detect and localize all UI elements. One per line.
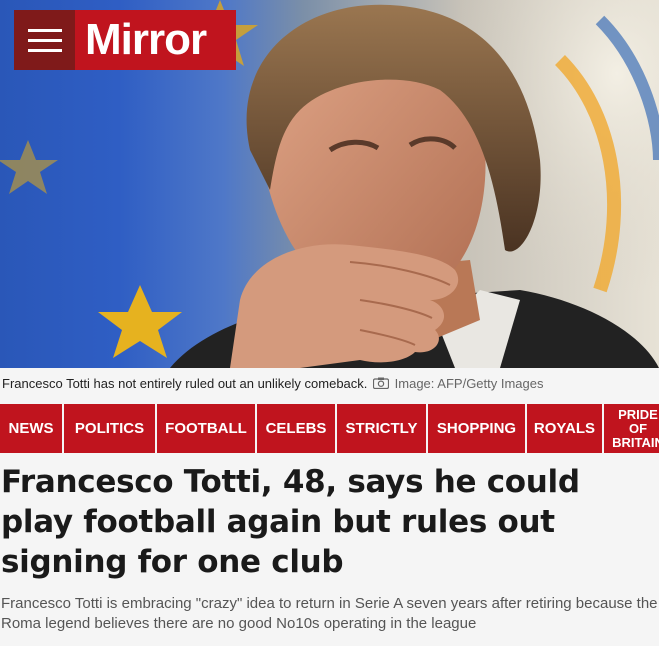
nav-item-pride-of-britain[interactable]: PRIDE OF BRITAIN xyxy=(604,404,659,453)
article-standfirst: Francesco Totti is embracing "crazy" ide… xyxy=(1,595,658,632)
camera-icon xyxy=(372,373,390,396)
nav-item-news[interactable]: NEWS xyxy=(0,404,62,453)
site-logo[interactable]: Mirror xyxy=(75,10,236,70)
hamburger-menu-icon[interactable] xyxy=(14,10,75,70)
menu-line xyxy=(27,38,62,42)
nav-item-strictly[interactable]: STRICTLY xyxy=(337,404,426,453)
section-nav: NEWS POLITICS FOOTBALL CELEBS STRICTLY S… xyxy=(0,404,659,453)
nav-item-shopping[interactable]: SHOPPING xyxy=(428,404,525,453)
image-caption: Francesco Totti has not entirely ruled o… xyxy=(0,372,659,396)
caption-text: Francesco Totti has not entirely ruled o… xyxy=(2,376,368,391)
site-header: Mirror xyxy=(14,10,236,70)
nav-item-football[interactable]: FOOTBALL xyxy=(157,404,255,453)
image-credit: Image: AFP/Getty Images xyxy=(394,376,544,391)
menu-line xyxy=(27,28,62,32)
article-headline: Francesco Totti, 48, says he could play … xyxy=(1,464,580,580)
nav-item-politics[interactable]: POLITICS xyxy=(64,404,155,453)
nav-item-royals[interactable]: ROYALS xyxy=(527,404,602,453)
nav-item-celebs[interactable]: CELEBS xyxy=(257,404,335,453)
menu-line xyxy=(27,48,62,52)
hero-image: Mirror xyxy=(0,0,659,368)
